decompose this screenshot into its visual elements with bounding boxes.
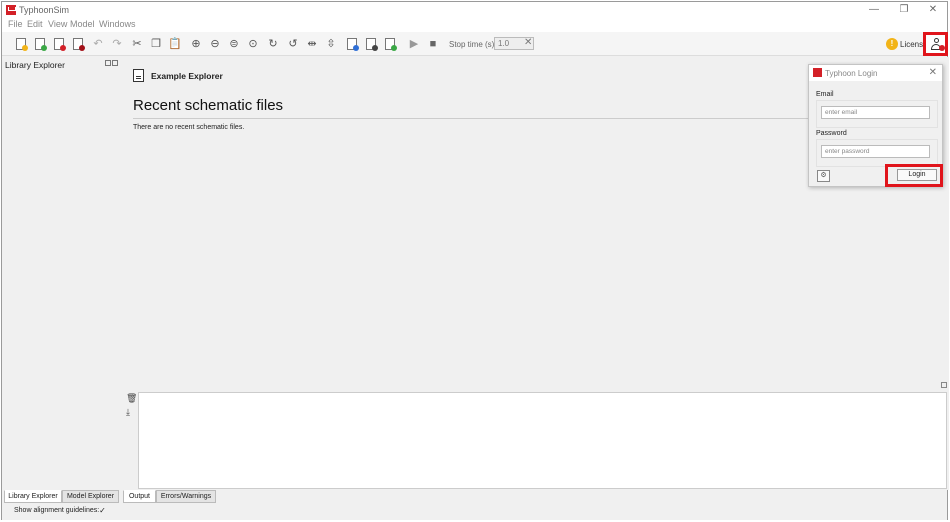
menu-model[interactable]: Model xyxy=(70,19,95,29)
output-panel: 🗑 ⤓ xyxy=(123,382,949,490)
minimize-button[interactable]: — xyxy=(862,4,886,16)
flip-vertical-icon: ⇳ xyxy=(326,37,336,50)
typhoon-logo-icon xyxy=(813,68,822,77)
menu-view[interactable]: View xyxy=(48,19,67,29)
download-icon[interactable]: ⤓ xyxy=(126,408,134,417)
password-field[interactable]: enter password xyxy=(821,145,930,158)
redo-icon: ↷ xyxy=(112,37,122,50)
compile-button[interactable] xyxy=(345,37,359,51)
zoom-reset-button[interactable]: ⊙ xyxy=(246,37,260,51)
menu-edit[interactable]: Edit xyxy=(27,19,43,29)
copy-icon: ❐ xyxy=(151,37,161,50)
rotate-ccw-icon: ↺ xyxy=(288,37,298,50)
load-model-icon xyxy=(385,38,397,51)
start-simulation-button[interactable]: ▶ xyxy=(407,37,421,51)
app-window: TyphoonSim — ❐ ✕ File Edit View Model Wi… xyxy=(1,1,949,520)
zoom-in-button[interactable]: ⊕ xyxy=(189,37,203,51)
clear-output-icon[interactable]: 🗑 xyxy=(126,394,137,403)
play-icon: ▶ xyxy=(409,37,419,50)
compile-icon xyxy=(347,38,359,51)
close-button[interactable]: ✕ xyxy=(921,4,945,16)
cut-button[interactable]: ✂ xyxy=(130,37,144,51)
left-tab-bar: Library Explorer Model Explorer xyxy=(2,490,123,503)
page-title: Recent schematic files xyxy=(133,97,284,114)
dialog-title: Typhoon Login xyxy=(825,69,878,78)
menu-bar: File Edit View Model Windows xyxy=(2,19,947,32)
save-file-button[interactable] xyxy=(52,37,66,51)
stop-time-label: Stop time (s): xyxy=(449,40,497,49)
zoom-fit-icon: ⊜ xyxy=(229,37,239,50)
tab-output[interactable]: Output xyxy=(123,490,156,503)
settings-icon: ⚙ xyxy=(820,172,827,179)
logged-out-badge-icon xyxy=(939,45,945,51)
close-file-button[interactable] xyxy=(71,37,85,51)
model-settings-button[interactable] xyxy=(364,37,378,51)
empty-message: There are no recent schematic files. xyxy=(133,124,245,131)
save-file-icon xyxy=(54,38,66,51)
new-file-icon xyxy=(16,38,28,51)
dialog-close-button[interactable]: ✕ xyxy=(929,67,937,78)
bottom-tab-bar: Output Errors/Warnings xyxy=(123,490,949,503)
login-settings-button[interactable]: ⚙ xyxy=(817,170,830,182)
email-field[interactable]: enter email xyxy=(821,106,930,119)
zoom-out-button[interactable]: ⊖ xyxy=(208,37,222,51)
password-label: Password xyxy=(816,130,847,137)
document-icon xyxy=(133,69,144,82)
tab-library-explorer[interactable]: Library Explorer xyxy=(4,490,62,503)
redo-button[interactable]: ↷ xyxy=(110,37,124,51)
close-panel-icon[interactable] xyxy=(112,60,118,66)
email-label: Email xyxy=(816,91,834,98)
flip-horizontal-icon: ⇹ xyxy=(307,37,317,50)
load-model-button[interactable] xyxy=(383,37,397,51)
dialog-header: Typhoon Login ✕ xyxy=(809,65,942,81)
rotate-button[interactable]: ↻ xyxy=(266,37,280,51)
copy-button[interactable]: ❐ xyxy=(149,37,163,51)
login-button[interactable]: Login xyxy=(897,169,937,181)
login-dialog: Typhoon Login ✕ Email enter email Passwo… xyxy=(808,64,943,187)
open-file-icon xyxy=(35,38,47,51)
zoom-in-icon: ⊕ xyxy=(191,37,201,50)
rotate-ccw-button[interactable]: ↺ xyxy=(286,37,300,51)
user-icon xyxy=(934,38,939,43)
float-panel-icon[interactable] xyxy=(941,382,947,388)
flip-vertical-button[interactable]: ⇳ xyxy=(324,37,338,51)
scissors-icon: ✂ xyxy=(132,37,142,50)
tab-errors-warnings[interactable]: Errors/Warnings xyxy=(156,490,216,503)
menu-file[interactable]: File xyxy=(8,19,23,29)
rotate-icon: ↻ xyxy=(268,37,278,50)
maximize-button[interactable]: ❐ xyxy=(892,4,916,16)
alignment-guidelines-label: Show alignment guidelines: xyxy=(14,507,100,514)
library-explorer-panel: Library Explorer xyxy=(2,57,123,490)
panel-title: Library Explorer xyxy=(5,60,65,70)
typhoon-logo-icon xyxy=(6,5,16,15)
alignment-guidelines-checkbox[interactable]: ✓ xyxy=(98,506,107,515)
float-panel-icon[interactable] xyxy=(105,60,111,66)
flip-horizontal-button[interactable]: ⇹ xyxy=(305,37,319,51)
zoom-out-icon: ⊖ xyxy=(210,37,220,50)
status-bar: Show alignment guidelines: ✓ xyxy=(2,503,947,520)
warning-icon: ! xyxy=(886,38,898,50)
paste-icon: 📋 xyxy=(168,37,182,50)
zoom-reset-icon: ⊙ xyxy=(248,37,258,50)
stop-icon: ■ xyxy=(429,37,437,50)
menu-windows[interactable]: Windows xyxy=(99,19,136,29)
title-bar: TyphoonSim — ❐ ✕ xyxy=(2,2,947,19)
model-settings-icon xyxy=(366,38,378,51)
new-file-button[interactable] xyxy=(14,37,28,51)
window-title: TyphoonSim xyxy=(19,5,70,15)
zoom-fit-button[interactable]: ⊜ xyxy=(227,37,241,51)
close-file-icon xyxy=(73,38,85,51)
toolbar: ↶ ↷ ✂ ❐ 📋 ⊕ ⊖ ⊜ ⊙ ↻ ↺ ⇹ ⇳ ▶ ■ Stop time … xyxy=(2,32,948,56)
output-text-area[interactable] xyxy=(138,392,947,489)
stop-simulation-button[interactable]: ■ xyxy=(426,37,440,51)
tab-model-explorer[interactable]: Model Explorer xyxy=(62,490,119,503)
undo-icon: ↶ xyxy=(93,37,103,50)
undo-button[interactable]: ↶ xyxy=(91,37,105,51)
example-explorer-link[interactable]: Example Explorer xyxy=(151,71,223,81)
divider xyxy=(133,118,823,119)
paste-button[interactable]: 📋 xyxy=(168,37,182,51)
clear-icon[interactable]: ✕ xyxy=(524,37,532,48)
open-file-button[interactable] xyxy=(33,37,47,51)
user-login-button[interactable] xyxy=(923,32,948,56)
